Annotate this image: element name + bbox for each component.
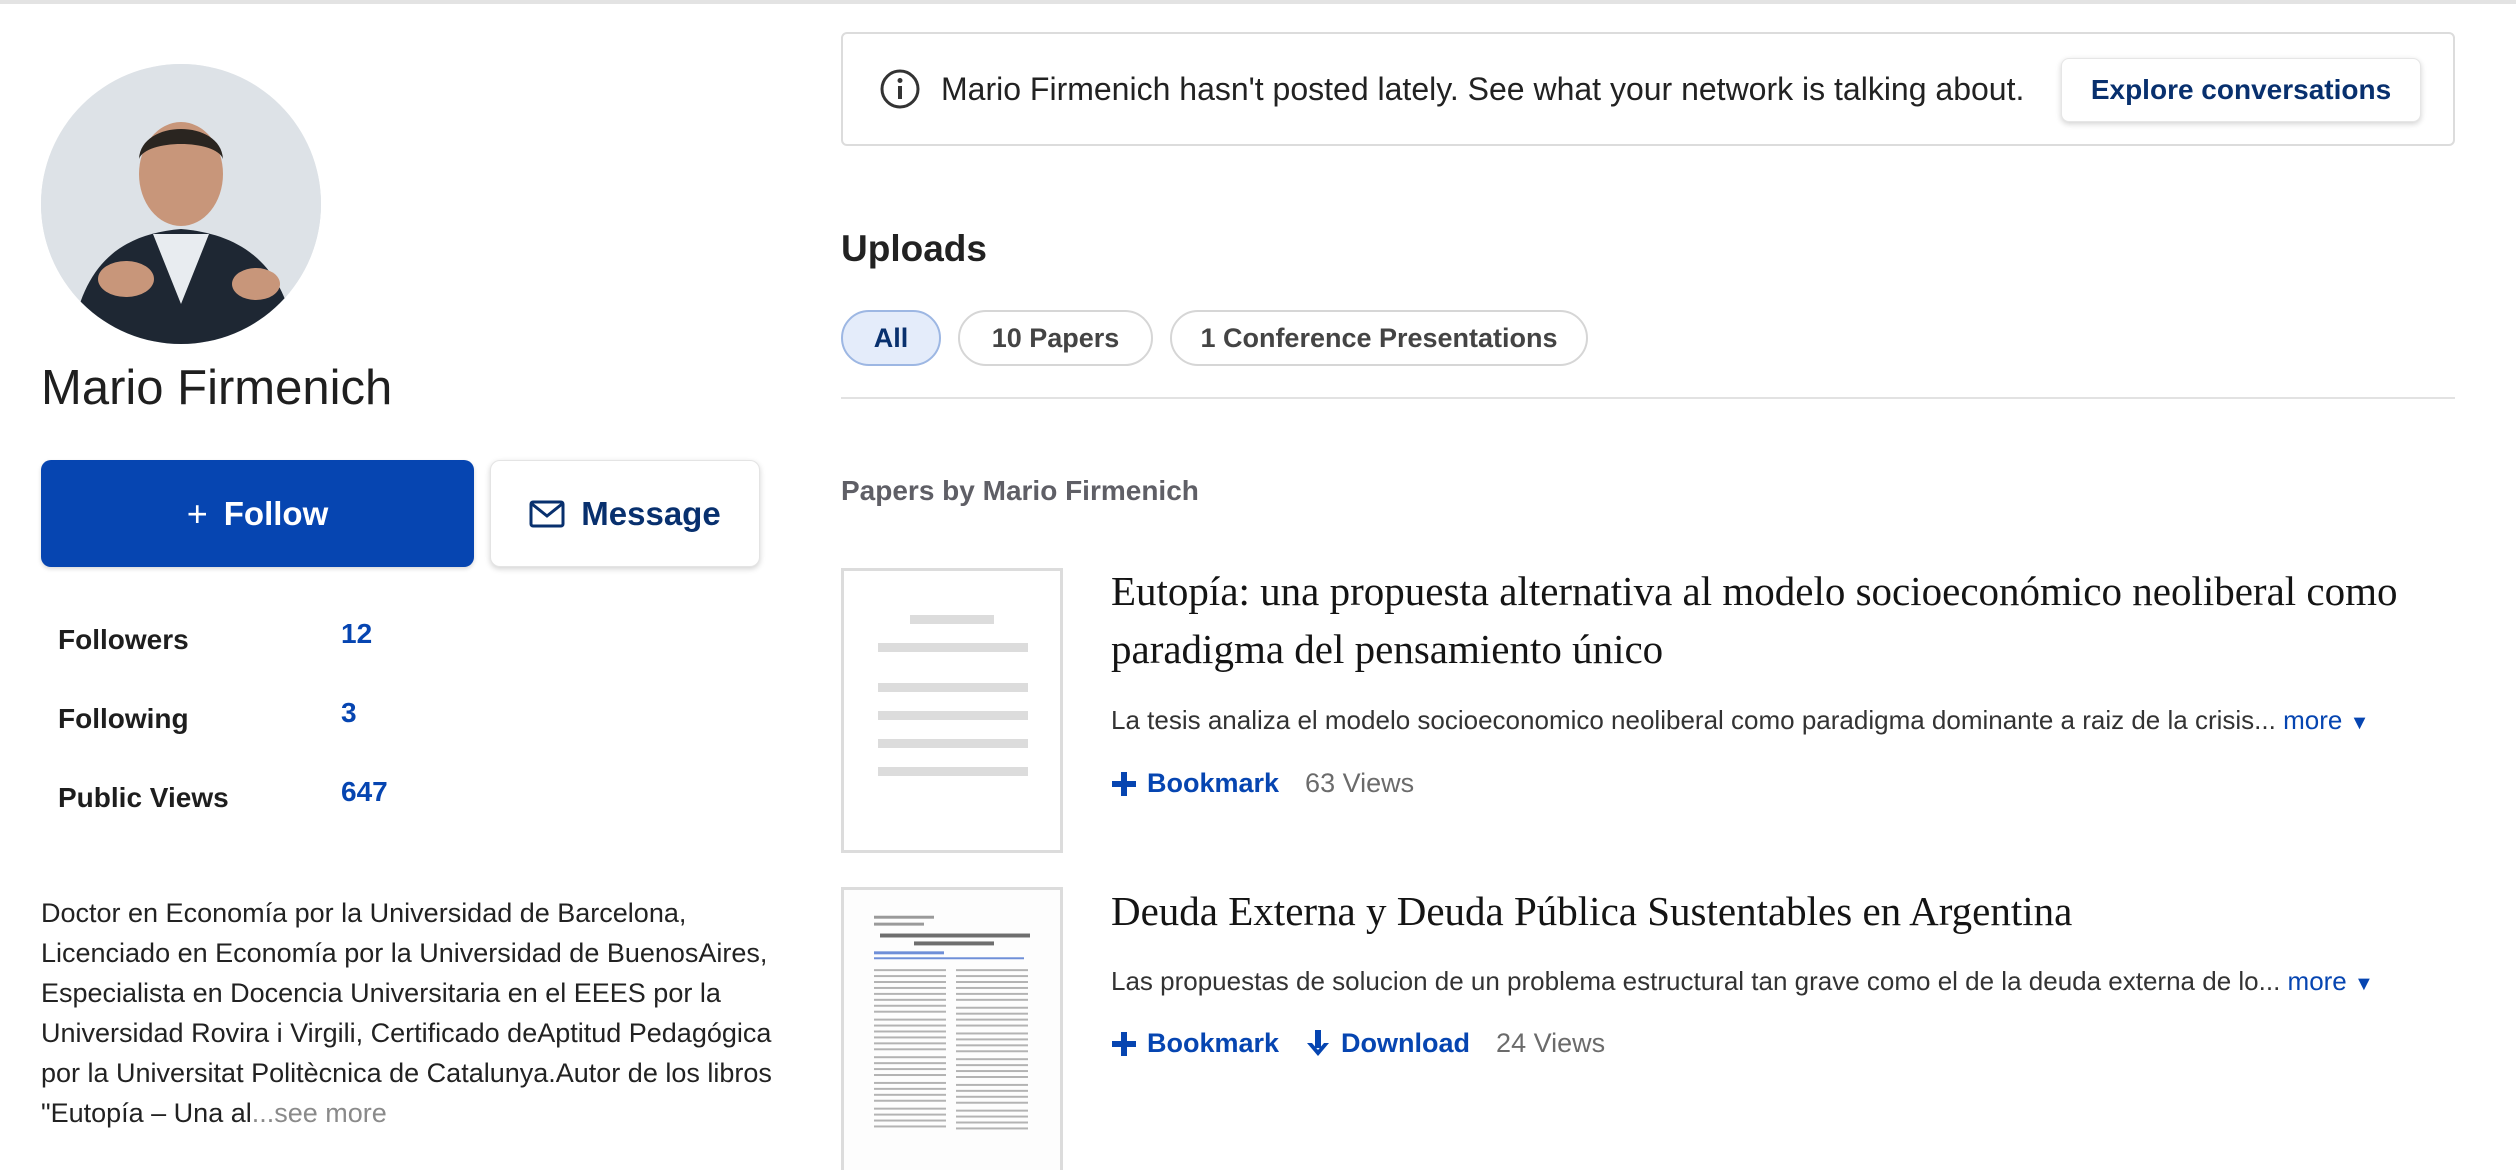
paper-actions: Bookmark Download 24 Views: [1111, 1028, 1605, 1059]
bio-text: Doctor en Economía por la Universidad de…: [41, 898, 772, 1128]
stat-following-value[interactable]: 3: [341, 697, 357, 729]
profile-name: Mario Firmenich: [41, 361, 393, 415]
message-label: Message: [581, 494, 721, 532]
filter-all[interactable]: All: [841, 310, 941, 366]
see-more-link[interactable]: ...see more: [252, 1098, 387, 1128]
caret-down-icon: ▼: [2349, 712, 2370, 734]
more-link[interactable]: more ▼: [2288, 966, 2374, 996]
info-icon: [880, 69, 920, 109]
abstract-text: La tesis analiza el modelo socioeconomic…: [1111, 705, 2276, 735]
view-count: 24 Views: [1496, 1028, 1606, 1058]
top-border: [0, 0, 2516, 4]
bookmark-button[interactable]: Bookmark: [1111, 768, 1279, 799]
stat-followers-value[interactable]: 12: [341, 618, 372, 650]
more-label: more: [2287, 966, 2347, 996]
stat-followers-label: Followers: [58, 624, 189, 655]
paper-abstract: La tesis analiza el modelo socioeconomic…: [1111, 705, 2369, 736]
paper-abstract: Las propuestas de solucion de un problem…: [1111, 966, 2374, 997]
section-divider: [841, 397, 2455, 399]
follow-label: Follow: [223, 494, 329, 532]
download-label: Download: [1341, 1028, 1471, 1058]
uploads-heading: Uploads: [841, 228, 987, 269]
download-button[interactable]: Download: [1305, 1028, 1470, 1059]
notice-text: Mario Firmenich hasn't posted lately. Se…: [941, 70, 2025, 107]
explore-conversations-button[interactable]: Explore conversations: [2061, 58, 2421, 122]
paper-title[interactable]: Deuda Externa y Deuda Pública Sustentabl…: [1111, 882, 2411, 940]
papers-section-title: Papers by Mario Firmenich: [841, 475, 1199, 506]
paper-title[interactable]: Eutopía: una propuesta alternativa al mo…: [1111, 562, 2411, 678]
download-arrow-icon: [1307, 1029, 1330, 1056]
avatar-photo: [41, 64, 321, 344]
filter-conference-presentations[interactable]: 1 Conference Presentations: [1170, 310, 1588, 366]
stat-public-views-value: 647: [341, 776, 388, 807]
envelope-icon: [529, 500, 565, 527]
message-button[interactable]: Message: [490, 460, 760, 567]
bookmark-label: Bookmark: [1147, 1028, 1280, 1058]
plus-icon: [1112, 1031, 1136, 1056]
filter-papers[interactable]: 10 Papers: [958, 310, 1153, 366]
more-label: more: [2283, 705, 2343, 735]
paper-thumbnail[interactable]: [841, 887, 1063, 1170]
stat-following-label: Following: [58, 703, 189, 734]
inactive-notice: Mario Firmenich hasn't posted lately. Se…: [841, 32, 2455, 146]
paper-actions: Bookmark 63 Views: [1111, 768, 1414, 799]
document-preview-icon: [844, 890, 1060, 1170]
document-placeholder-icon: [878, 615, 1028, 776]
view-count: 63 Views: [1305, 768, 1415, 798]
plus-icon: [1112, 771, 1136, 796]
avatar: [41, 64, 321, 344]
paper-thumbnail[interactable]: [841, 568, 1063, 853]
caret-down-icon: ▼: [2354, 973, 2374, 995]
profile-bio: Doctor en Economía por la Universidad de…: [41, 893, 781, 1133]
bookmark-button[interactable]: Bookmark: [1111, 1028, 1279, 1059]
more-link[interactable]: more ▼: [2283, 705, 2369, 735]
bookmark-label: Bookmark: [1147, 768, 1280, 798]
follow-button[interactable]: + Follow: [41, 460, 474, 567]
plus-icon: +: [186, 492, 208, 534]
abstract-text: Las propuestas de solucion de un problem…: [1111, 966, 2281, 996]
stat-public-views-label: Public Views: [58, 782, 229, 813]
